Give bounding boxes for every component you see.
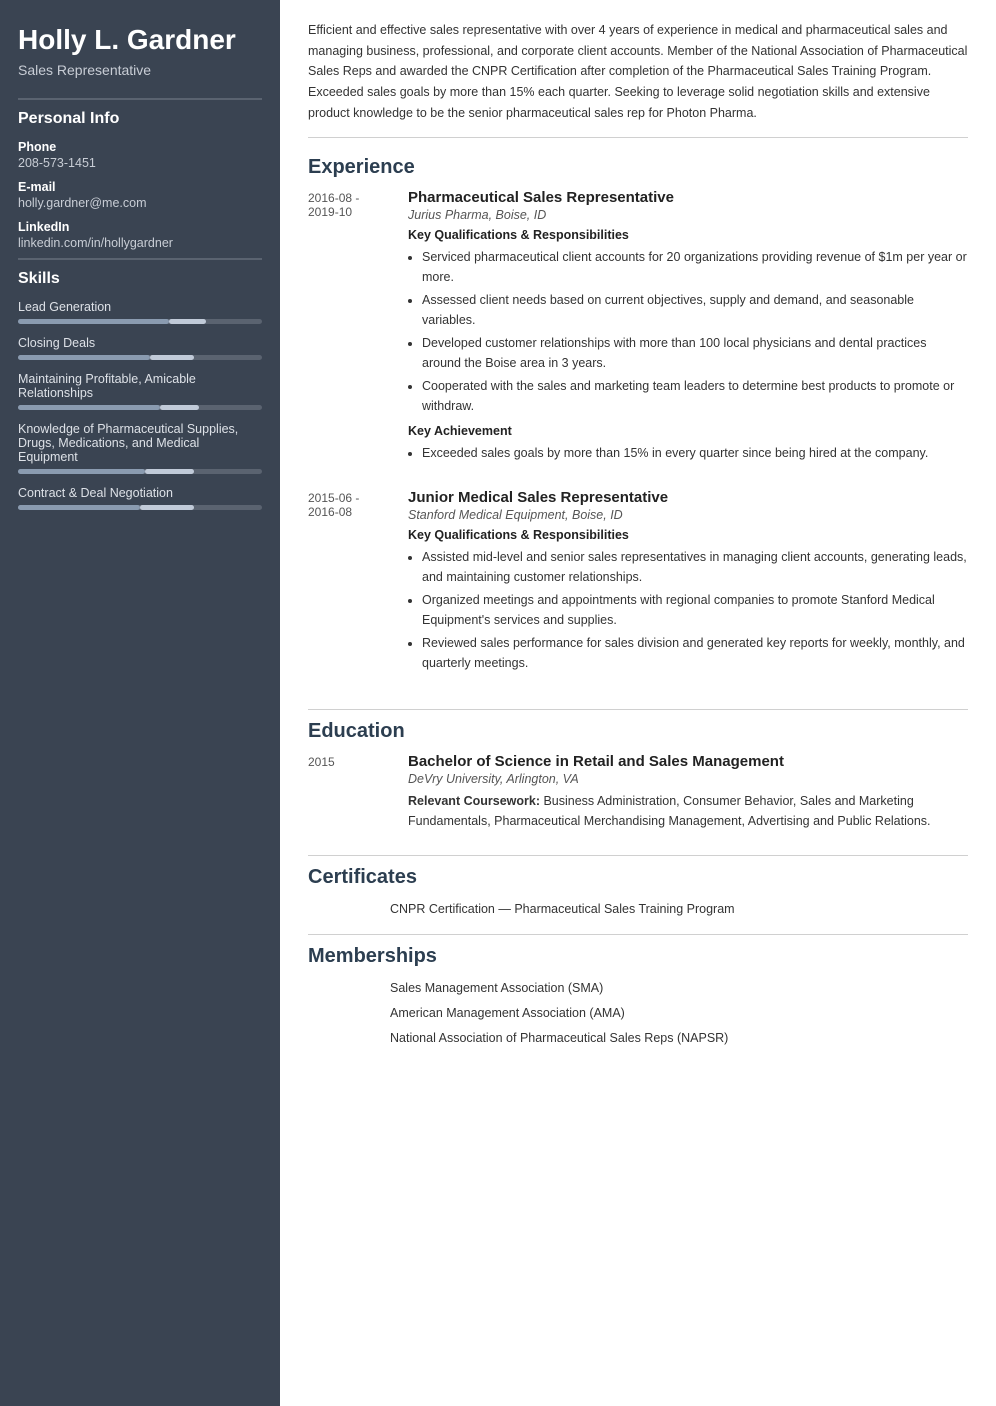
exp-achievement-heading: Key Achievement xyxy=(408,424,968,438)
experience-heading: Experience xyxy=(308,156,968,179)
edu-coursework: Relevant Coursework: Business Administra… xyxy=(408,791,968,831)
certificates-list: CNPR Certification — Pharmaceutical Sale… xyxy=(308,899,968,919)
exp-company: Stanford Medical Equipment, Boise, ID xyxy=(408,508,968,522)
skill-item: Lead Generation xyxy=(18,300,262,324)
exp-dates: 2016-08 -2019-10 xyxy=(308,189,390,471)
skill-item: Knowledge of Pharmaceutical Supplies, Dr… xyxy=(18,422,262,474)
membership-item: American Management Association (AMA) xyxy=(390,1003,968,1023)
personal-info-heading: Personal Info xyxy=(18,98,262,128)
skill-bar-accent xyxy=(145,469,194,474)
certificates-section: Certificates CNPR Certification — Pharma… xyxy=(308,866,968,935)
skill-item: Contract & Deal Negotiation xyxy=(18,486,262,510)
skill-bar-background xyxy=(18,319,262,324)
skill-item: Closing Deals xyxy=(18,336,262,360)
exp-bullets-list: Assisted mid-level and senior sales repr… xyxy=(408,547,968,673)
edu-school: DeVry University, Arlington, VA xyxy=(408,772,968,786)
skills-heading: Skills xyxy=(18,258,262,288)
education-heading: Education xyxy=(308,720,968,743)
skill-bar-accent xyxy=(140,505,194,510)
education-section: Education 2015 Bachelor of Science in Ret… xyxy=(308,720,968,856)
education-item: 2015 Bachelor of Science in Retail and Sa… xyxy=(308,753,968,831)
phone-label: Phone xyxy=(18,140,262,154)
email-value: holly.gardner@me.com xyxy=(18,196,262,210)
experience-list: 2016-08 -2019-10Pharmaceutical Sales Rep… xyxy=(308,189,968,681)
linkedin-value: linkedin.com/in/hollygardner xyxy=(18,236,262,250)
skill-name: Maintaining Profitable, Amicable Relatio… xyxy=(18,372,262,400)
certificate-item: CNPR Certification — Pharmaceutical Sale… xyxy=(390,899,968,919)
experience-item: 2016-08 -2019-10Pharmaceutical Sales Rep… xyxy=(308,189,968,471)
exp-achievement-bullet: Exceeded sales goals by more than 15% in… xyxy=(422,443,968,463)
skill-bar-fill xyxy=(18,319,169,324)
exp-bullet: Developed customer relationships with mo… xyxy=(422,333,968,373)
exp-job-title: Pharmaceutical Sales Representative xyxy=(408,189,968,206)
exp-bullet: Serviced pharmaceutical client accounts … xyxy=(422,247,968,287)
skill-name: Contract & Deal Negotiation xyxy=(18,486,262,500)
exp-bullet: Assessed client needs based on current o… xyxy=(422,290,968,330)
skill-bar-background xyxy=(18,405,262,410)
exp-qualifications-heading: Key Qualifications & Responsibilities xyxy=(408,228,968,242)
memberships-list: Sales Management Association (SMA) Americ… xyxy=(308,978,968,1048)
email-label: E-mail xyxy=(18,180,262,194)
memberships-section: Memberships Sales Management Association… xyxy=(308,945,968,1063)
exp-bullet: Assisted mid-level and senior sales repr… xyxy=(422,547,968,587)
experience-section: Experience 2016-08 -2019-10Pharmaceutica… xyxy=(308,156,968,710)
skills-list: Lead Generation Closing Deals Maintaining … xyxy=(18,300,262,510)
linkedin-block: LinkedIn linkedin.com/in/hollygardner xyxy=(18,220,262,250)
exp-dates: 2015-06 -2016-08 xyxy=(308,489,390,681)
edu-year: 2015 xyxy=(308,753,390,831)
certificates-heading: Certificates xyxy=(308,866,968,889)
exp-qualifications-heading: Key Qualifications & Responsibilities xyxy=(408,528,968,542)
skill-bar-background xyxy=(18,469,262,474)
skill-bar-fill xyxy=(18,355,150,360)
phone-block: Phone 208-573-1451 xyxy=(18,140,262,170)
skill-bar-fill xyxy=(18,469,145,474)
experience-item: 2015-06 -2016-08Junior Medical Sales Rep… xyxy=(308,489,968,681)
skill-name: Lead Generation xyxy=(18,300,262,314)
email-block: E-mail holly.gardner@me.com xyxy=(18,180,262,210)
edu-degree: Bachelor of Science in Retail and Sales … xyxy=(408,753,968,770)
candidate-title: Sales Representative xyxy=(18,62,262,78)
main-content: Efficient and effective sales representa… xyxy=(280,0,996,1406)
exp-bullet: Cooperated with the sales and marketing … xyxy=(422,376,968,416)
skill-name: Knowledge of Pharmaceutical Supplies, Dr… xyxy=(18,422,262,464)
skill-bar-accent xyxy=(160,405,199,410)
membership-item: National Association of Pharmaceutical S… xyxy=(390,1028,968,1048)
skill-bar-background xyxy=(18,355,262,360)
phone-value: 208-573-1451 xyxy=(18,156,262,170)
memberships-heading: Memberships xyxy=(308,945,968,968)
skill-bar-accent xyxy=(169,319,206,324)
exp-bullet: Reviewed sales performance for sales div… xyxy=(422,633,968,673)
candidate-name: Holly L. Gardner xyxy=(18,24,262,56)
exp-company: Jurius Pharma, Boise, ID xyxy=(408,208,968,222)
membership-item: Sales Management Association (SMA) xyxy=(390,978,968,998)
skill-item: Maintaining Profitable, Amicable Relatio… xyxy=(18,372,262,410)
exp-content: Pharmaceutical Sales Representative Juriu… xyxy=(408,189,968,471)
skill-bar-fill xyxy=(18,405,160,410)
exp-job-title: Junior Medical Sales Representative xyxy=(408,489,968,506)
exp-content: Junior Medical Sales Representative Stanf… xyxy=(408,489,968,681)
sidebar: Holly L. Gardner Sales Representative Pe… xyxy=(0,0,280,1406)
exp-bullet: Organized meetings and appointments with… xyxy=(422,590,968,630)
skill-bar-accent xyxy=(150,355,194,360)
skill-bar-fill xyxy=(18,505,140,510)
exp-achievement-bullets: Exceeded sales goals by more than 15% in… xyxy=(408,443,968,463)
edu-content: Bachelor of Science in Retail and Sales … xyxy=(408,753,968,831)
skill-name: Closing Deals xyxy=(18,336,262,350)
skill-bar-background xyxy=(18,505,262,510)
exp-bullets-list: Serviced pharmaceutical client accounts … xyxy=(408,247,968,416)
education-list: 2015 Bachelor of Science in Retail and Sa… xyxy=(308,753,968,831)
summary-text: Efficient and effective sales representa… xyxy=(308,20,968,138)
linkedin-label: LinkedIn xyxy=(18,220,262,234)
